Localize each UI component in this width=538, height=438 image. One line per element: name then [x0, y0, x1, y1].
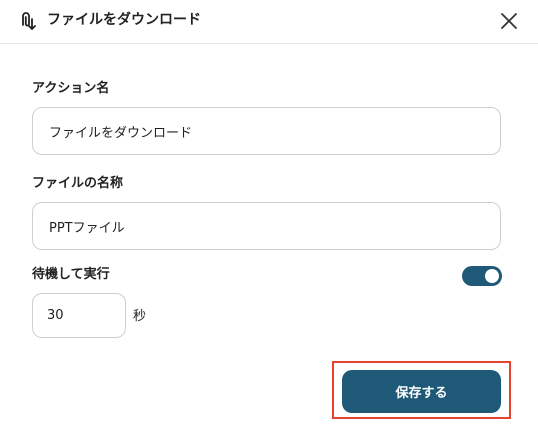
action-name-input[interactable]: [32, 107, 501, 155]
dialog-title: ファイルをダウンロード: [47, 12, 201, 28]
close-icon[interactable]: [496, 8, 522, 34]
paperclip-download-icon: [22, 12, 36, 30]
wait-toggle[interactable]: [462, 266, 502, 286]
wait-label: 待機して実行: [32, 267, 110, 282]
seconds-unit-label: 秒: [133, 309, 147, 324]
wait-seconds-input[interactable]: [32, 293, 126, 338]
save-button[interactable]: 保存する: [342, 370, 501, 413]
file-name-input[interactable]: [32, 202, 501, 250]
toggle-knob: [485, 269, 499, 283]
dialog-header: ファイルをダウンロード: [0, 0, 538, 44]
file-name-label: ファイルの名称: [32, 176, 124, 191]
action-name-label: アクション名: [32, 81, 110, 96]
